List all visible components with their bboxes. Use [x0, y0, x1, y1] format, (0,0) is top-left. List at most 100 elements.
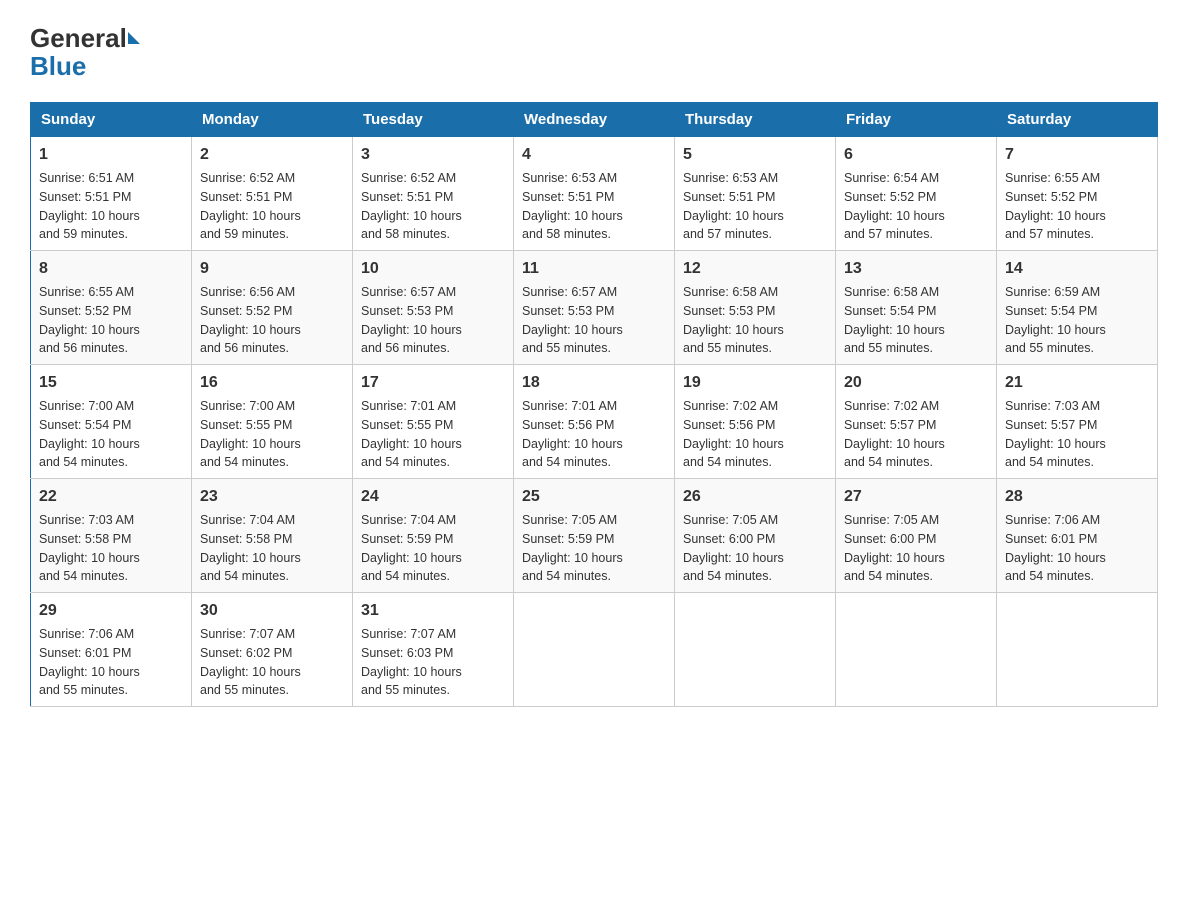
sunset-text: Sunset: 5:51 PM	[200, 190, 292, 204]
daylight-text2: and 54 minutes.	[361, 455, 450, 469]
sunset-text: Sunset: 6:01 PM	[39, 646, 131, 660]
sunset-text: Sunset: 5:51 PM	[522, 190, 614, 204]
daylight-text: Daylight: 10 hours	[844, 437, 945, 451]
day-number: 17	[361, 371, 505, 395]
sunrise-text: Sunrise: 6:56 AM	[200, 285, 295, 299]
sunset-text: Sunset: 5:54 PM	[39, 418, 131, 432]
sunset-text: Sunset: 5:56 PM	[522, 418, 614, 432]
calendar-cell: 26 Sunrise: 7:05 AM Sunset: 6:00 PM Dayl…	[675, 479, 836, 593]
calendar-cell: 27 Sunrise: 7:05 AM Sunset: 6:00 PM Dayl…	[836, 479, 997, 593]
sunset-text: Sunset: 5:56 PM	[683, 418, 775, 432]
day-number: 7	[1005, 143, 1149, 167]
sunrise-text: Sunrise: 7:00 AM	[39, 399, 134, 413]
daylight-text2: and 54 minutes.	[844, 455, 933, 469]
daylight-text: Daylight: 10 hours	[361, 209, 462, 223]
sunrise-text: Sunrise: 6:58 AM	[844, 285, 939, 299]
daylight-text: Daylight: 10 hours	[522, 209, 623, 223]
weekday-header: Tuesday	[353, 103, 514, 137]
calendar-cell: 10 Sunrise: 6:57 AM Sunset: 5:53 PM Dayl…	[353, 251, 514, 365]
sunrise-text: Sunrise: 7:05 AM	[844, 513, 939, 527]
sunrise-text: Sunrise: 7:07 AM	[361, 627, 456, 641]
sunrise-text: Sunrise: 7:02 AM	[683, 399, 778, 413]
calendar-cell	[675, 593, 836, 707]
daylight-text: Daylight: 10 hours	[1005, 551, 1106, 565]
daylight-text: Daylight: 10 hours	[361, 551, 462, 565]
calendar-cell: 14 Sunrise: 6:59 AM Sunset: 5:54 PM Dayl…	[997, 251, 1158, 365]
day-number: 22	[39, 485, 183, 509]
day-number: 10	[361, 257, 505, 281]
day-number: 23	[200, 485, 344, 509]
calendar-cell: 5 Sunrise: 6:53 AM Sunset: 5:51 PM Dayli…	[675, 137, 836, 251]
sunset-text: Sunset: 5:53 PM	[522, 304, 614, 318]
day-number: 13	[844, 257, 988, 281]
calendar-cell: 17 Sunrise: 7:01 AM Sunset: 5:55 PM Dayl…	[353, 365, 514, 479]
sunset-text: Sunset: 6:00 PM	[844, 532, 936, 546]
sunrise-text: Sunrise: 7:04 AM	[361, 513, 456, 527]
calendar-week-row: 1 Sunrise: 6:51 AM Sunset: 5:51 PM Dayli…	[31, 137, 1158, 251]
daylight-text2: and 57 minutes.	[844, 227, 933, 241]
weekday-header: Wednesday	[514, 103, 675, 137]
sunrise-text: Sunrise: 6:57 AM	[522, 285, 617, 299]
daylight-text2: and 54 minutes.	[522, 455, 611, 469]
calendar-cell: 15 Sunrise: 7:00 AM Sunset: 5:54 PM Dayl…	[31, 365, 192, 479]
daylight-text: Daylight: 10 hours	[361, 665, 462, 679]
day-number: 1	[39, 143, 183, 167]
calendar-cell: 30 Sunrise: 7:07 AM Sunset: 6:02 PM Dayl…	[192, 593, 353, 707]
daylight-text: Daylight: 10 hours	[200, 209, 301, 223]
day-number: 30	[200, 599, 344, 623]
calendar-cell: 21 Sunrise: 7:03 AM Sunset: 5:57 PM Dayl…	[997, 365, 1158, 479]
logo-triangle-icon	[128, 32, 140, 44]
weekday-header: Friday	[836, 103, 997, 137]
daylight-text2: and 57 minutes.	[683, 227, 772, 241]
sunrise-text: Sunrise: 7:06 AM	[39, 627, 134, 641]
daylight-text2: and 55 minutes.	[1005, 341, 1094, 355]
sunset-text: Sunset: 5:57 PM	[1005, 418, 1097, 432]
day-number: 29	[39, 599, 183, 623]
sunrise-text: Sunrise: 7:04 AM	[200, 513, 295, 527]
weekday-header: Monday	[192, 103, 353, 137]
sunset-text: Sunset: 6:02 PM	[200, 646, 292, 660]
sunrise-text: Sunrise: 7:01 AM	[522, 399, 617, 413]
calendar-cell: 13 Sunrise: 6:58 AM Sunset: 5:54 PM Dayl…	[836, 251, 997, 365]
daylight-text2: and 55 minutes.	[844, 341, 933, 355]
calendar-body: 1 Sunrise: 6:51 AM Sunset: 5:51 PM Dayli…	[31, 137, 1158, 707]
sunset-text: Sunset: 5:59 PM	[361, 532, 453, 546]
daylight-text2: and 54 minutes.	[1005, 569, 1094, 583]
daylight-text2: and 55 minutes.	[683, 341, 772, 355]
calendar-week-row: 15 Sunrise: 7:00 AM Sunset: 5:54 PM Dayl…	[31, 365, 1158, 479]
weekday-header: Saturday	[997, 103, 1158, 137]
daylight-text2: and 55 minutes.	[361, 683, 450, 697]
sunset-text: Sunset: 5:52 PM	[1005, 190, 1097, 204]
sunset-text: Sunset: 5:54 PM	[844, 304, 936, 318]
day-number: 19	[683, 371, 827, 395]
calendar-cell	[836, 593, 997, 707]
sunrise-text: Sunrise: 7:03 AM	[39, 513, 134, 527]
day-number: 9	[200, 257, 344, 281]
sunset-text: Sunset: 5:55 PM	[361, 418, 453, 432]
daylight-text: Daylight: 10 hours	[361, 437, 462, 451]
calendar-cell: 28 Sunrise: 7:06 AM Sunset: 6:01 PM Dayl…	[997, 479, 1158, 593]
logo-general-text: General	[30, 25, 127, 51]
day-number: 21	[1005, 371, 1149, 395]
day-number: 31	[361, 599, 505, 623]
sunrise-text: Sunrise: 6:54 AM	[844, 171, 939, 185]
sunrise-text: Sunrise: 7:03 AM	[1005, 399, 1100, 413]
daylight-text2: and 58 minutes.	[361, 227, 450, 241]
daylight-text2: and 56 minutes.	[39, 341, 128, 355]
daylight-text: Daylight: 10 hours	[1005, 437, 1106, 451]
sunset-text: Sunset: 5:52 PM	[200, 304, 292, 318]
day-number: 27	[844, 485, 988, 509]
daylight-text: Daylight: 10 hours	[522, 323, 623, 337]
sunset-text: Sunset: 6:03 PM	[361, 646, 453, 660]
daylight-text: Daylight: 10 hours	[522, 437, 623, 451]
calendar-table: SundayMondayTuesdayWednesdayThursdayFrid…	[30, 102, 1158, 707]
calendar-cell: 18 Sunrise: 7:01 AM Sunset: 5:56 PM Dayl…	[514, 365, 675, 479]
daylight-text: Daylight: 10 hours	[39, 551, 140, 565]
day-number: 26	[683, 485, 827, 509]
calendar-header-row: SundayMondayTuesdayWednesdayThursdayFrid…	[31, 103, 1158, 137]
daylight-text: Daylight: 10 hours	[683, 437, 784, 451]
daylight-text: Daylight: 10 hours	[844, 323, 945, 337]
logo: General Blue	[30, 25, 141, 82]
calendar-cell: 12 Sunrise: 6:58 AM Sunset: 5:53 PM Dayl…	[675, 251, 836, 365]
daylight-text: Daylight: 10 hours	[39, 437, 140, 451]
